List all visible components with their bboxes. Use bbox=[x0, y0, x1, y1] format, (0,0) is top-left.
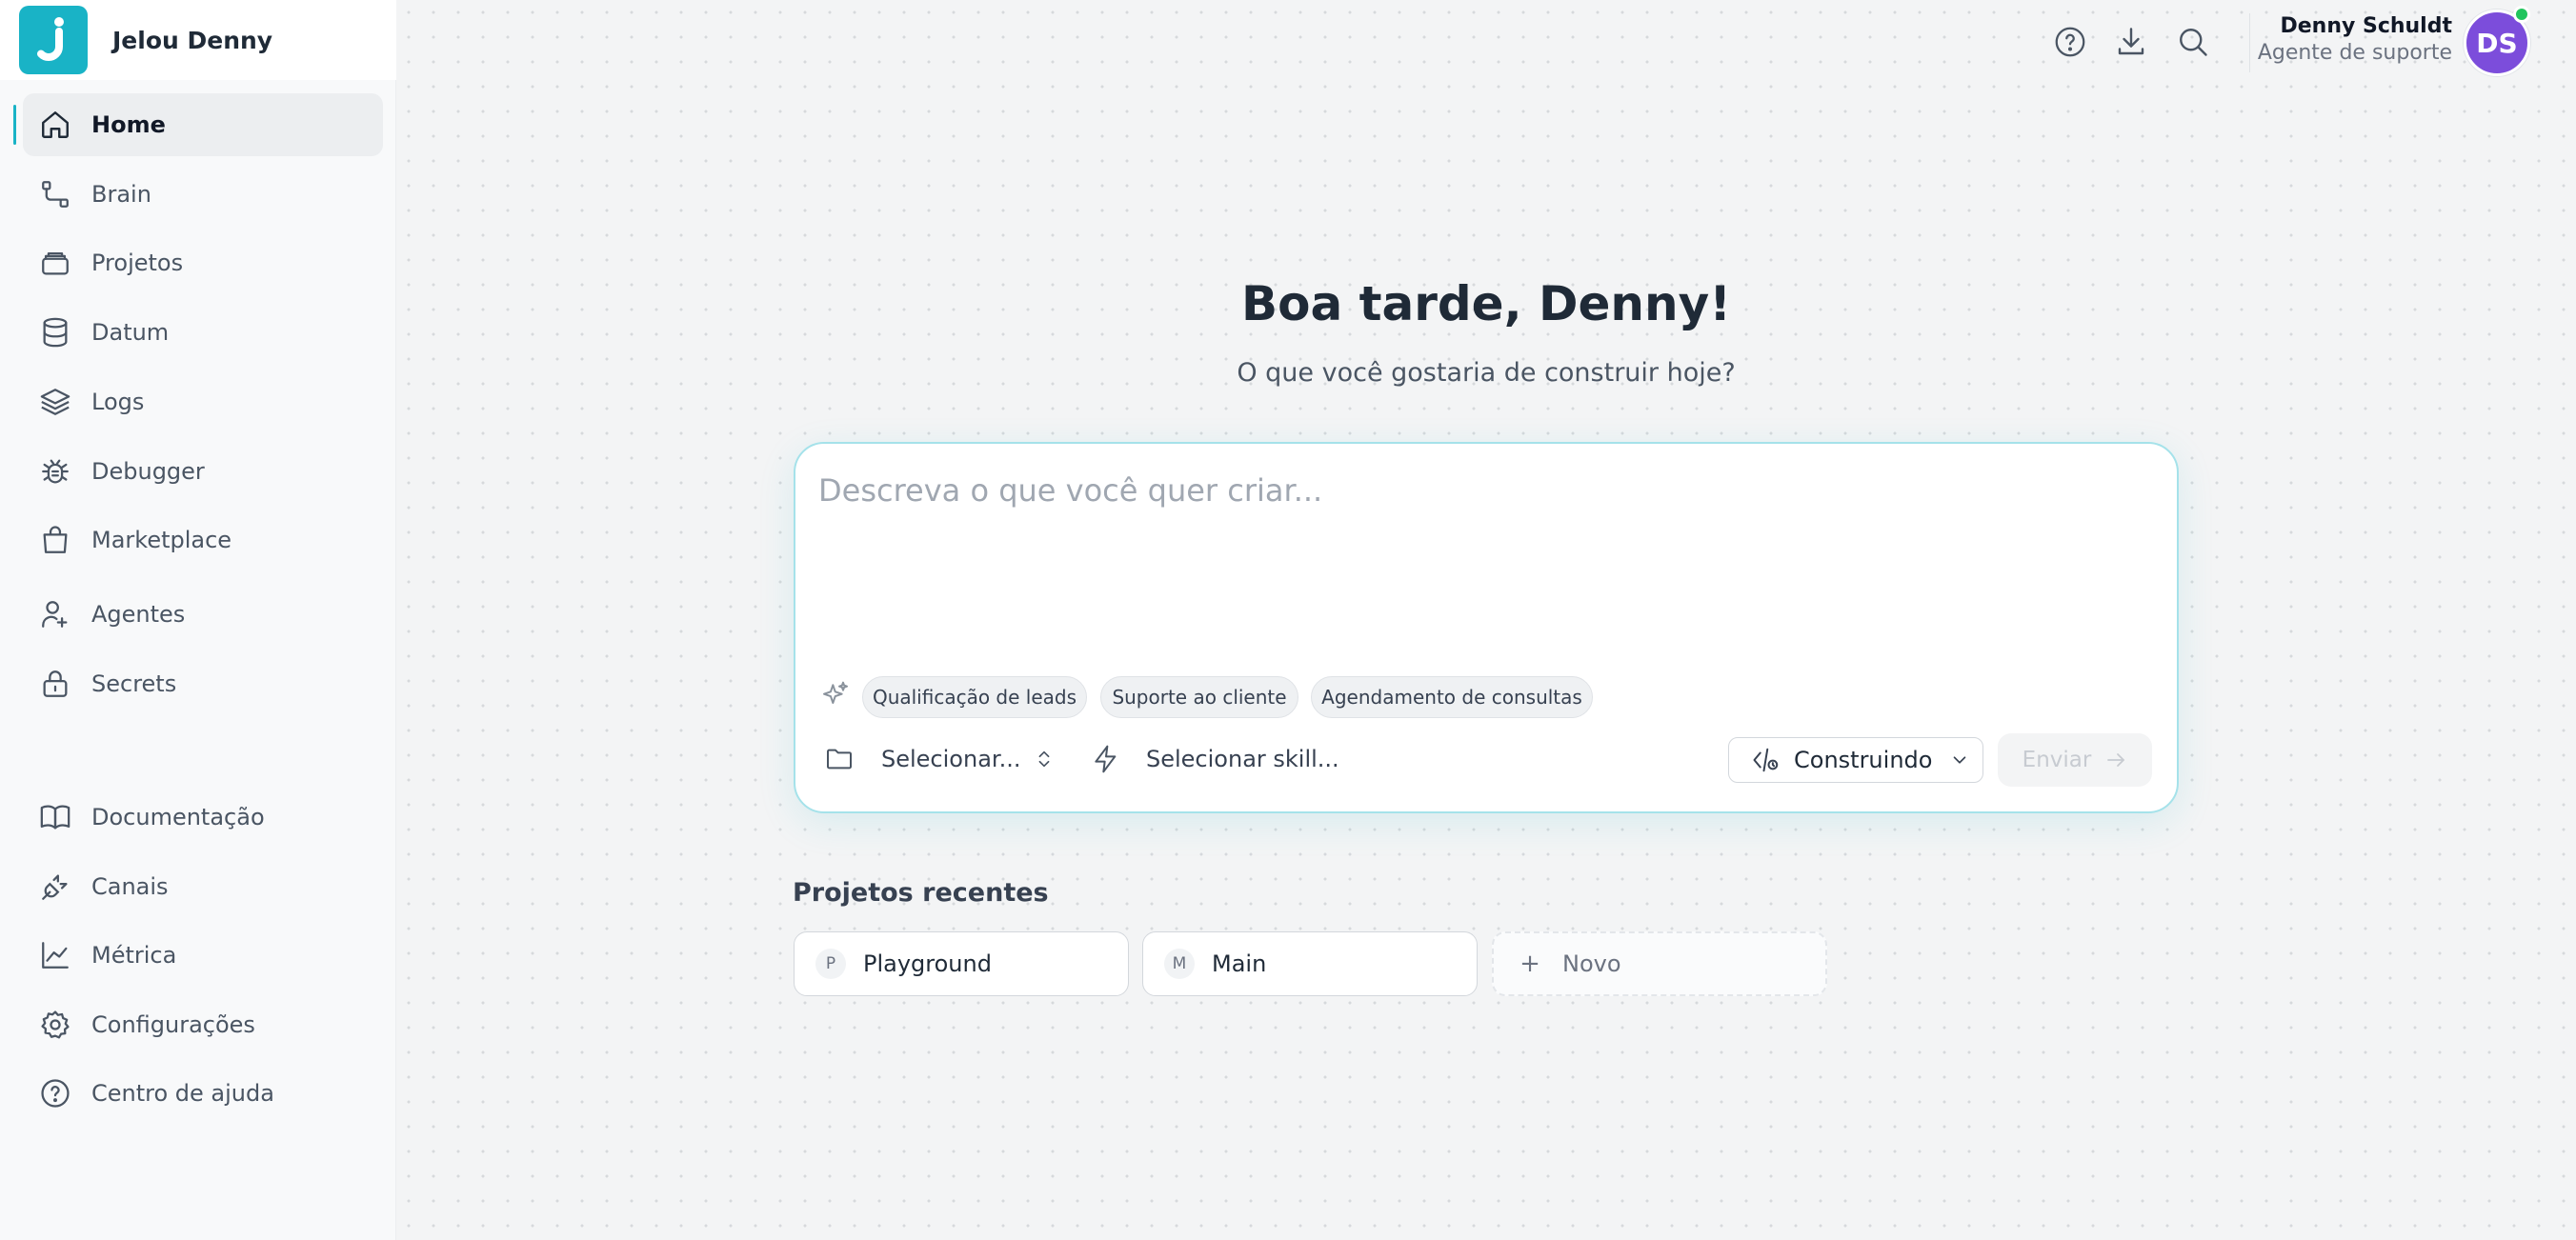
help-circle-icon bbox=[38, 1076, 72, 1110]
project-select-value: Selecionar... bbox=[881, 746, 1021, 772]
sidebar-item-centro-de-ajuda[interactable]: Centro de ajuda bbox=[23, 1062, 383, 1125]
stack-icon bbox=[38, 246, 72, 280]
mode-dropdown-value: Construindo bbox=[1794, 747, 1933, 773]
sidebar-item-label: Configurações bbox=[91, 1011, 255, 1038]
recent-projects-title: Projetos recentes bbox=[793, 878, 1049, 908]
sidebar-item-secrets[interactable]: Secrets bbox=[23, 652, 383, 715]
home-icon bbox=[38, 108, 72, 142]
user-plus-icon bbox=[38, 597, 72, 631]
project-initial-badge: P bbox=[815, 949, 846, 979]
sidebar-item-label: Brain bbox=[91, 181, 151, 208]
sidebar-item-label: Logs bbox=[91, 389, 145, 415]
sidebar-item-label: Marketplace bbox=[91, 527, 232, 553]
sidebar-item-logs[interactable]: Logs bbox=[23, 370, 383, 433]
sidebar-item-agentes[interactable]: Agentes bbox=[23, 583, 383, 646]
sidebar-item-label: Métrica bbox=[91, 942, 177, 969]
layers-icon bbox=[38, 385, 72, 419]
chevron-up-down-icon bbox=[1039, 750, 1050, 768]
sidebar-item-metrica[interactable]: Métrica bbox=[23, 924, 383, 987]
search-icon[interactable] bbox=[2174, 23, 2212, 61]
project-name: Playground bbox=[863, 950, 992, 977]
topbar-divider bbox=[2249, 13, 2250, 72]
sidebar-item-configuracoes[interactable]: Configurações bbox=[23, 993, 383, 1056]
project-select[interactable]: Selecionar... bbox=[824, 735, 1055, 783]
project-card-playground[interactable]: P Playground bbox=[794, 931, 1129, 996]
project-initial-badge: M bbox=[1164, 949, 1195, 979]
plug-icon bbox=[38, 870, 72, 904]
sparkles-icon bbox=[823, 681, 848, 704]
workspace-name: Jelou Denny bbox=[112, 26, 273, 54]
jelou-logo bbox=[19, 6, 88, 74]
lock-icon bbox=[38, 667, 72, 701]
flow-icon bbox=[38, 177, 72, 211]
main-content: Denny Schuldt Agente de suporte DS Boa t… bbox=[396, 0, 2576, 1240]
workspace-header[interactable]: Jelou Denny bbox=[0, 0, 396, 80]
book-icon bbox=[38, 800, 72, 834]
sidebar-item-label: Agentes bbox=[91, 601, 186, 628]
download-icon[interactable] bbox=[2112, 23, 2150, 61]
plus-icon: + bbox=[1519, 950, 1540, 978]
suggestion-chip[interactable]: Suporte ao cliente bbox=[1100, 676, 1298, 718]
user-role: Agente de suporte bbox=[2257, 41, 2452, 65]
sidebar-item-label: Secrets bbox=[91, 670, 177, 697]
new-project-label: Novo bbox=[1562, 950, 1621, 977]
chevron-down-icon bbox=[1954, 756, 1966, 764]
lightning-icon bbox=[1095, 745, 1117, 773]
mode-dropdown[interactable]: Construindo bbox=[1728, 737, 1983, 783]
folder-icon bbox=[827, 749, 852, 770]
send-button-label: Enviar bbox=[2022, 748, 2092, 772]
sidebar-item-label: Datum bbox=[91, 319, 170, 346]
suggestion-chip[interactable]: Agendamento de consultas bbox=[1311, 676, 1593, 718]
sidebar-item-brain[interactable]: Brain bbox=[23, 163, 383, 226]
user-name: Denny Schuldt bbox=[2280, 14, 2452, 38]
suggestion-chip[interactable]: Qualificação de leads bbox=[862, 676, 1087, 718]
project-name: Main bbox=[1212, 950, 1267, 977]
help-icon[interactable] bbox=[2051, 23, 2089, 61]
sidebar-item-label: Documentação bbox=[91, 804, 265, 830]
sidebar-item-debugger[interactable]: Debugger bbox=[23, 440, 383, 503]
arrow-right-icon bbox=[2107, 753, 2125, 767]
page-subtitle: O que você gostaria de construir hoje? bbox=[1237, 358, 1736, 388]
sidebar-item-label: Home bbox=[91, 111, 166, 138]
new-project-button[interactable]: + Novo bbox=[1492, 931, 1827, 996]
sidebar-item-label: Centro de ajuda bbox=[91, 1080, 274, 1107]
prompt-composer: Qualificação de leads Suporte ao cliente… bbox=[794, 442, 2179, 813]
chart-icon bbox=[38, 938, 72, 972]
send-button[interactable]: Enviar bbox=[1998, 733, 2152, 787]
project-card-main[interactable]: M Main bbox=[1142, 931, 1478, 996]
sidebar-item-canais[interactable]: Canais bbox=[23, 855, 383, 918]
sidebar-item-marketplace[interactable]: Marketplace bbox=[23, 509, 383, 571]
bug-icon bbox=[38, 454, 72, 489]
sidebar-item-label: Projetos bbox=[91, 250, 184, 276]
skill-select-value: Selecionar skill... bbox=[1146, 746, 1339, 772]
sidebar-item-datum[interactable]: Datum bbox=[23, 301, 383, 364]
shopping-bag-icon bbox=[38, 523, 72, 557]
page-title: Boa tarde, Denny! bbox=[1240, 276, 1731, 331]
skill-select[interactable]: Selecionar skill... bbox=[1091, 735, 1339, 783]
sidebar-item-projetos[interactable]: Projetos bbox=[23, 231, 383, 294]
database-icon bbox=[38, 315, 72, 350]
prompt-input[interactable] bbox=[818, 472, 2152, 663]
code-build-icon bbox=[1753, 748, 1779, 772]
gear-icon bbox=[38, 1008, 72, 1042]
sidebar-item-label: Canais bbox=[91, 873, 169, 900]
sidebar: Jelou Denny Home Brain Projetos Datum Lo… bbox=[0, 0, 396, 1240]
sidebar-item-label: Debugger bbox=[91, 458, 205, 485]
sidebar-item-documentacao[interactable]: Documentação bbox=[23, 786, 383, 849]
logo-j-icon bbox=[37, 17, 64, 62]
sidebar-item-home[interactable]: Home bbox=[13, 93, 383, 156]
online-status-dot bbox=[2513, 6, 2530, 23]
